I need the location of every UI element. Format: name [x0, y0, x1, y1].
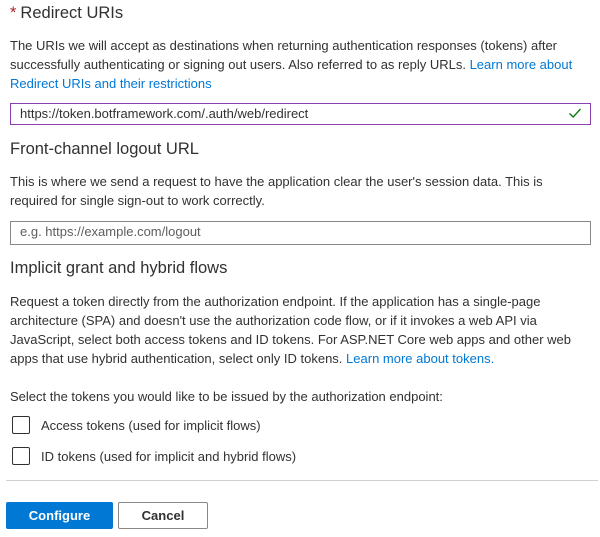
logout-url-heading: Front-channel logout URL: [10, 140, 199, 158]
checkmark-icon: [569, 108, 582, 118]
logout-url-input[interactable]: e.g. https://example.com/logout: [10, 221, 591, 245]
access-tokens-checkbox[interactable]: [12, 416, 30, 434]
footer-divider: [6, 480, 598, 481]
logout-url-description: This is where we send a request to have …: [10, 174, 543, 208]
id-tokens-checkbox[interactable]: [12, 447, 30, 465]
redirect-uris-description: The URIs we will accept as destinations …: [10, 36, 585, 93]
cancel-button[interactable]: Cancel: [118, 502, 208, 529]
redirect-uri-input[interactable]: https://token.botframework.com/.auth/web…: [10, 103, 591, 125]
redirect-uri-value: https://token.botframework.com/.auth/web…: [20, 106, 309, 121]
configure-button[interactable]: Configure: [6, 502, 113, 529]
implicit-grant-heading: Implicit grant and hybrid flows: [10, 259, 228, 277]
token-select-prompt: Select the tokens you would like to be i…: [10, 389, 443, 404]
access-tokens-option[interactable]: Access tokens (used for implicit flows): [12, 415, 261, 435]
required-marker: *: [10, 4, 17, 22]
id-tokens-option[interactable]: ID tokens (used for implicit and hybrid …: [12, 446, 296, 466]
logout-url-placeholder: e.g. https://example.com/logout: [20, 224, 201, 239]
id-tokens-label: ID tokens (used for implicit and hybrid …: [41, 448, 297, 464]
redirect-uris-title: Redirect URIs: [20, 4, 124, 22]
tokens-learn-more-link[interactable]: Learn more about tokens.: [346, 351, 494, 366]
access-tokens-label: Access tokens (used for implicit flows): [41, 417, 261, 433]
implicit-grant-description: Request a token directly from the author…: [10, 292, 585, 368]
redirect-uris-heading: * Redirect URIs: [10, 4, 123, 23]
